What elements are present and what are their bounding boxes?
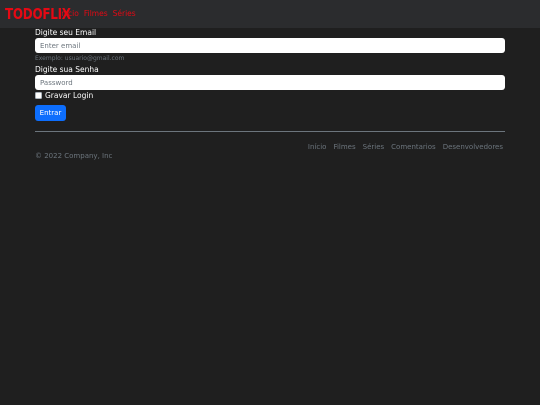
email-label: Digite seu Email xyxy=(35,28,97,37)
footer-link-inicio[interactable]: Início xyxy=(308,142,327,152)
email-field[interactable] xyxy=(35,38,505,53)
submit-button[interactable]: Entrar xyxy=(35,105,66,121)
footer-divider xyxy=(35,131,505,132)
nav-link-series[interactable]: Séries xyxy=(113,9,136,18)
footer-link-filmes[interactable]: Filmes xyxy=(333,142,355,152)
password-label: Digite sua Senha xyxy=(35,65,99,74)
remember-login-label[interactable]: Gravar Login xyxy=(45,91,93,100)
nav-link-inicio[interactable]: Início xyxy=(59,9,79,18)
nav-links: Início Filmes Séries xyxy=(59,9,136,18)
email-help-text: Exemplo: usuario@gmail.com xyxy=(35,55,125,62)
password-field[interactable] xyxy=(35,75,505,90)
footer-link-series[interactable]: Séries xyxy=(363,142,385,152)
footer-link-comentarios[interactable]: Comentarios xyxy=(391,142,436,152)
copyright-text: © 2022 Company, Inc xyxy=(35,152,113,160)
footer-link-desenvolvedores[interactable]: Desenvolvedores xyxy=(443,142,503,152)
nav-link-filmes[interactable]: Filmes xyxy=(84,9,108,18)
footer-nav: Início Filmes Séries Comentarios Desenvo… xyxy=(303,142,503,152)
top-navbar: TODOFLIX Início Filmes Séries xyxy=(0,0,540,28)
remember-login-checkbox[interactable] xyxy=(35,92,42,99)
